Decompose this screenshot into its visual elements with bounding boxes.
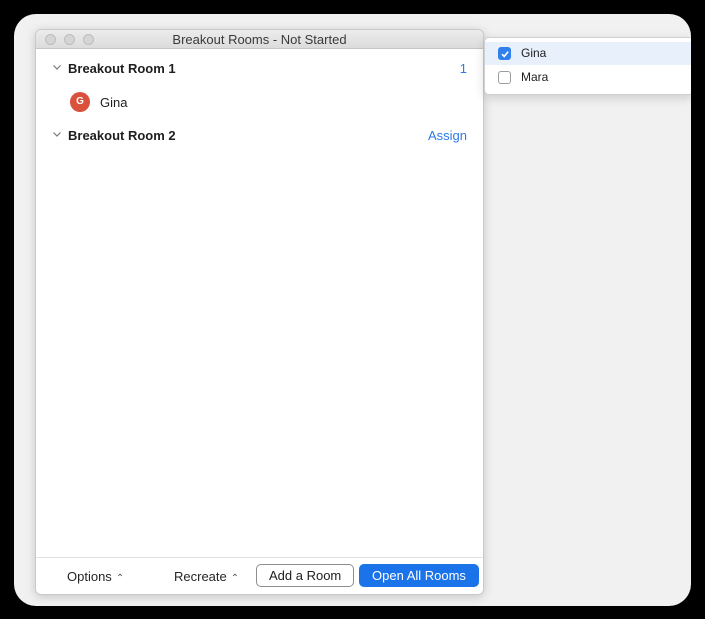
add-room-button[interactable]: Add a Room [256, 564, 355, 587]
assign-link[interactable]: Assign [428, 128, 467, 143]
options-label: Options [67, 569, 112, 584]
checkmark-icon [501, 51, 509, 58]
recreate-button[interactable]: Recreate ⌃ [174, 569, 239, 584]
participant-item[interactable]: G Gina [70, 92, 270, 116]
assign-participants-popover: Gina Mara [484, 37, 691, 95]
options-button[interactable]: Options ⌃ [67, 569, 124, 584]
screenshot-frame: Breakout Rooms - Not Started Breakout Ro… [0, 0, 705, 619]
recreate-label: Recreate [174, 569, 227, 584]
chevron-down-icon[interactable] [52, 62, 62, 72]
screen: Breakout Rooms - Not Started Breakout Ro… [14, 14, 691, 606]
room-name: Breakout Room 2 [68, 128, 176, 143]
popover-item-label: Mara [521, 70, 549, 84]
caret-up-icon: ⌃ [115, 573, 125, 584]
popover-item-label: Gina [521, 46, 547, 60]
caret-up-icon: ⌃ [230, 573, 240, 584]
popover-item-mara[interactable]: Mara [485, 66, 691, 89]
open-all-rooms-button[interactable]: Open All Rooms [359, 564, 479, 587]
room-name: Breakout Room 1 [68, 61, 176, 76]
window-footer: Options ⌃ Recreate ⌃ Add a Room Open All R… [36, 557, 483, 594]
popover-item-gina[interactable]: Gina [485, 42, 691, 65]
breakout-room-1-row[interactable]: Breakout Room 1 1 [36, 58, 483, 80]
breakout-rooms-window: Breakout Rooms - Not Started Breakout Ro… [35, 29, 484, 595]
breakout-room-2-row[interactable]: Breakout Room 2 Assign [36, 125, 483, 147]
window-title: Breakout Rooms - Not Started [172, 32, 347, 47]
room-participant-count[interactable]: 1 [460, 61, 467, 76]
chevron-down-icon[interactable] [52, 129, 62, 139]
window-titlebar[interactable]: Breakout Rooms - Not Started [36, 30, 483, 49]
checkbox-checked-icon[interactable] [498, 47, 511, 60]
checkbox-icon[interactable] [498, 71, 511, 84]
avatar: G [70, 92, 90, 112]
participant-name: Gina [100, 95, 128, 110]
